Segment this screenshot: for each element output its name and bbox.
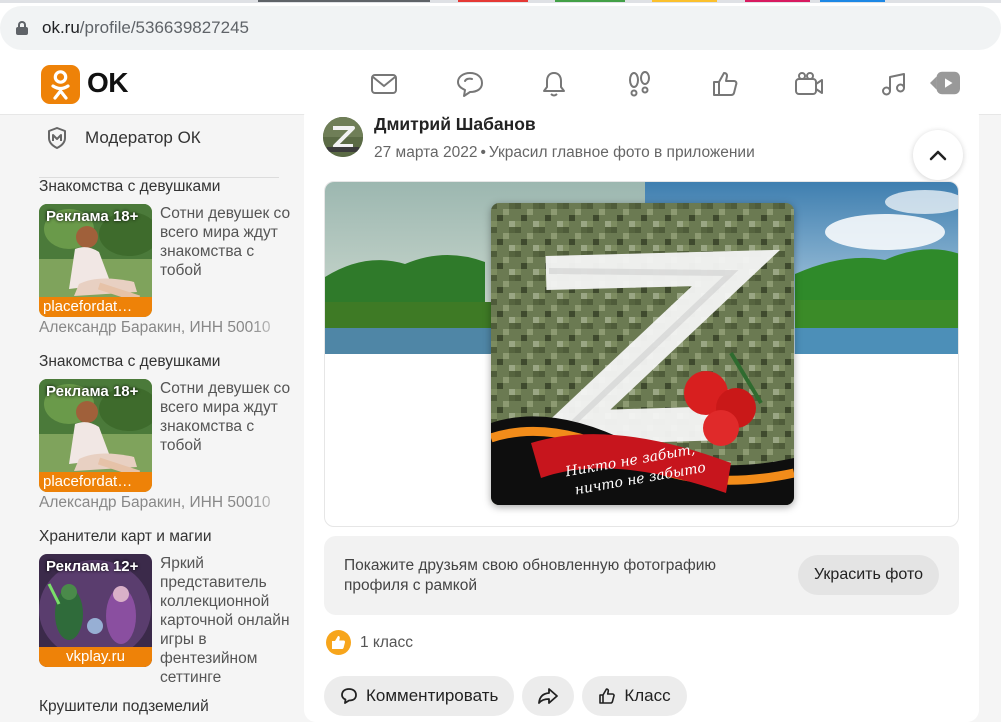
post-action: Украсил главное фото в приложении <box>488 144 755 161</box>
url-host: ok.ru <box>42 18 80 37</box>
messages-icon[interactable] <box>369 69 399 99</box>
discussions-icon[interactable] <box>455 69 485 99</box>
ad-source: placefordat… <box>39 297 152 317</box>
url-path: /profile/536639827245 <box>79 18 249 37</box>
url-text[interactable]: ok.ru/profile/536639827245 <box>42 18 249 38</box>
ad-age-label: Реклама 18+ <box>46 208 139 225</box>
ok-logo-icon <box>51 70 70 100</box>
ad-age-label: Реклама 18+ <box>46 383 139 400</box>
comment-label: Комментировать <box>366 686 499 705</box>
moderator-link[interactable]: Модератор ОК <box>47 127 201 149</box>
video-icon[interactable] <box>930 68 962 98</box>
post-date[interactable]: 27 марта 2022 <box>374 144 477 161</box>
scroll-up-button[interactable] <box>913 130 963 180</box>
ad-advertiser: Александр Баракин, ИНН 50010 <box>39 319 291 337</box>
likes-summary[interactable]: 1 класс <box>326 630 413 655</box>
ad-block[interactable]: Знакомства с девушками Реклама 18+ place… <box>39 353 299 494</box>
music-icon[interactable] <box>879 69 909 99</box>
ad-block[interactable]: Крушители подземелий <box>39 698 299 718</box>
promo-banner: Покажите друзьям свою обновленную фотогр… <box>324 536 959 615</box>
decorate-photo-button[interactable]: Украсить фото <box>798 555 939 595</box>
ad-text[interactable]: Яркий представитель коллекционной карточ… <box>160 554 300 687</box>
ad-title[interactable]: Знакомства с девушками <box>39 353 299 373</box>
notifications-icon[interactable] <box>539 69 569 99</box>
profile-photo-frame[interactable]: Никто не забыт, ничто не забыто <box>491 203 794 505</box>
ad-advertiser-text: Александр Баракин, ИНН 50010 <box>39 494 271 511</box>
author-avatar[interactable] <box>323 117 363 157</box>
shield-icon <box>48 127 66 149</box>
promo-text: Покажите друзьям свою обновленную фотогр… <box>344 557 717 594</box>
ad-image[interactable]: Реклама 18+ placefordat… <box>39 204 152 317</box>
post-meta: 27 марта 2022 • Украсил главное фото в при… <box>374 144 755 161</box>
ad-age-label: Реклама 12+ <box>46 558 139 575</box>
ad-advertiser: Александр Баракин, ИНН 50010 <box>39 494 291 512</box>
lock-icon[interactable] <box>16 21 28 35</box>
share-icon <box>538 688 559 704</box>
events-icon[interactable] <box>710 69 740 99</box>
video-calls-icon[interactable] <box>794 69 824 99</box>
ad-source: vkplay.ru <box>39 647 152 667</box>
ad-image[interactable]: Реклама 12+ vkplay.ru <box>39 554 152 667</box>
comment-button[interactable]: Комментировать <box>324 676 515 716</box>
ad-block[interactable]: Хранители карт и магии Реклама 12+ vkpla… <box>39 528 299 686</box>
post-card: Дмитрий Шабанов 27 марта 2022 • Украсил гл… <box>304 104 979 722</box>
like-badge-icon <box>326 630 351 655</box>
share-button[interactable] <box>522 676 575 716</box>
ad-block[interactable]: Знакомства с девушками Реклама 18+ place… <box>39 178 299 319</box>
moderator-label: Модератор ОК <box>85 128 201 147</box>
ad-text[interactable]: Сотни девушек со всего мира ждут знакомс… <box>160 204 300 280</box>
chevron-up-icon <box>929 150 947 161</box>
comment-icon <box>341 688 357 704</box>
ad-source: placefordat… <box>39 472 152 492</box>
ad-title[interactable]: Крушители подземелий <box>39 698 299 718</box>
like-button[interactable]: Класс <box>582 676 687 716</box>
browser-address-bar: ok.ru/profile/536639827245 <box>0 3 1001 53</box>
post-photo[interactable]: Никто не забыт, ничто не забыто <box>324 181 959 527</box>
ad-advertiser-text: Александр Баракин, ИНН 50010 <box>39 319 271 336</box>
ad-image[interactable]: Реклама 18+ placefordat… <box>39 379 152 492</box>
ok-wordmark[interactable]: OK <box>87 67 129 99</box>
ad-title[interactable]: Хранители карт и магии <box>39 528 299 548</box>
ad-title[interactable]: Знакомства с девушками <box>39 178 299 198</box>
left-sidebar: Модератор ОК Знакомства с девушками Рекл… <box>0 115 300 722</box>
guests-icon[interactable] <box>625 69 655 99</box>
ok-logo[interactable] <box>41 65 80 104</box>
url-field[interactable]: ok.ru/profile/536639827245 <box>0 6 1001 50</box>
ad-text[interactable]: Сотни девушек со всего мира ждут знакомс… <box>160 379 300 455</box>
likes-count: 1 класс <box>360 633 414 651</box>
post-actions: Комментировать Класс <box>324 676 695 716</box>
thumbs-up-icon <box>599 688 616 704</box>
like-label: Класс <box>624 686 671 705</box>
author-name[interactable]: Дмитрий Шабанов <box>374 114 536 135</box>
